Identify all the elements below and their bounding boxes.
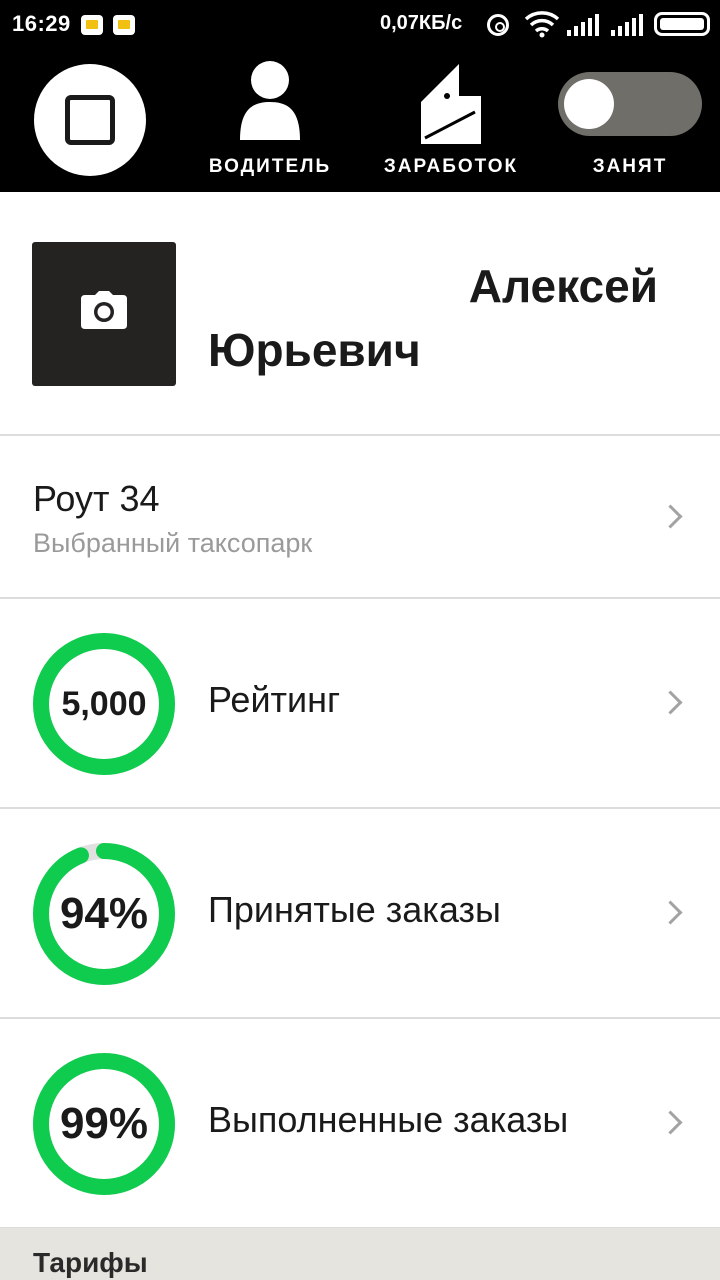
profile-header: Алексей Юрьевич xyxy=(0,192,720,436)
middle-name: Юрьевич xyxy=(208,324,421,376)
driver-label: ВОДИТЕЛЬ xyxy=(208,156,332,177)
first-name: Алексей xyxy=(468,260,658,312)
busy-label: ЗАНЯТ xyxy=(592,156,668,177)
square-icon xyxy=(65,95,115,145)
signal-icon xyxy=(567,14,599,36)
person-icon xyxy=(240,61,300,140)
accepted-orders-value: 94% xyxy=(59,889,149,938)
chevron-right-icon xyxy=(662,503,680,531)
completed-orders-value: 99% xyxy=(59,1099,149,1148)
accepted-orders-row[interactable]: 94% Принятые заказы xyxy=(0,809,720,1019)
hotspot-icon xyxy=(487,14,509,36)
earnings-label: ЗАРАБОТОК xyxy=(383,156,519,177)
taxi-park-subtitle: Выбранный таксопарк xyxy=(33,528,313,558)
tariffs-title: Тарифы xyxy=(33,1247,148,1278)
completed-orders-row[interactable]: 99% Выполненные заказы xyxy=(0,1019,720,1229)
profile-photo-button[interactable] xyxy=(32,242,176,386)
wallet-icon xyxy=(421,64,481,144)
completed-orders-label: Выполненные заказы xyxy=(208,1099,569,1140)
wifi-icon xyxy=(524,11,560,38)
tariffs-section-header: Тарифы xyxy=(0,1228,720,1280)
rating-label: Рейтинг xyxy=(208,679,341,720)
earnings-button[interactable]: ЗАРАБОТОК xyxy=(378,50,524,192)
taxi-park-row[interactable]: Роут 34 Выбранный таксопарк xyxy=(0,436,720,599)
driver-name: Алексей Юрьевич xyxy=(208,254,658,382)
notification-icon xyxy=(113,15,135,35)
home-button[interactable] xyxy=(34,64,146,176)
top-toolbar: ВОДИТЕЛЬ ЗАРАБОТОК ЗАНЯТ xyxy=(0,50,720,192)
chevron-right-icon xyxy=(662,1109,680,1137)
rating-value: 5,000 xyxy=(61,685,147,723)
chevron-right-icon xyxy=(662,899,680,927)
busy-switch[interactable] xyxy=(558,72,702,136)
battery-icon xyxy=(654,12,710,36)
status-bar: 16:29 0,07КБ/с xyxy=(0,0,720,50)
taxi-park-name: Роут 34 xyxy=(33,478,160,519)
signal-icon xyxy=(611,14,643,36)
driver-button[interactable]: ВОДИТЕЛЬ xyxy=(200,50,340,192)
network-speed: 0,07КБ/с xyxy=(380,12,463,34)
switch-knob xyxy=(564,79,614,129)
notification-icon xyxy=(81,15,103,35)
status-time: 16:29 xyxy=(12,11,71,36)
camera-icon xyxy=(81,291,127,329)
busy-toggle-container: ЗАНЯТ xyxy=(552,50,708,192)
rating-row[interactable]: 5,000 Рейтинг xyxy=(0,599,720,809)
accepted-orders-label: Принятые заказы xyxy=(208,889,501,930)
chevron-right-icon xyxy=(662,689,680,717)
